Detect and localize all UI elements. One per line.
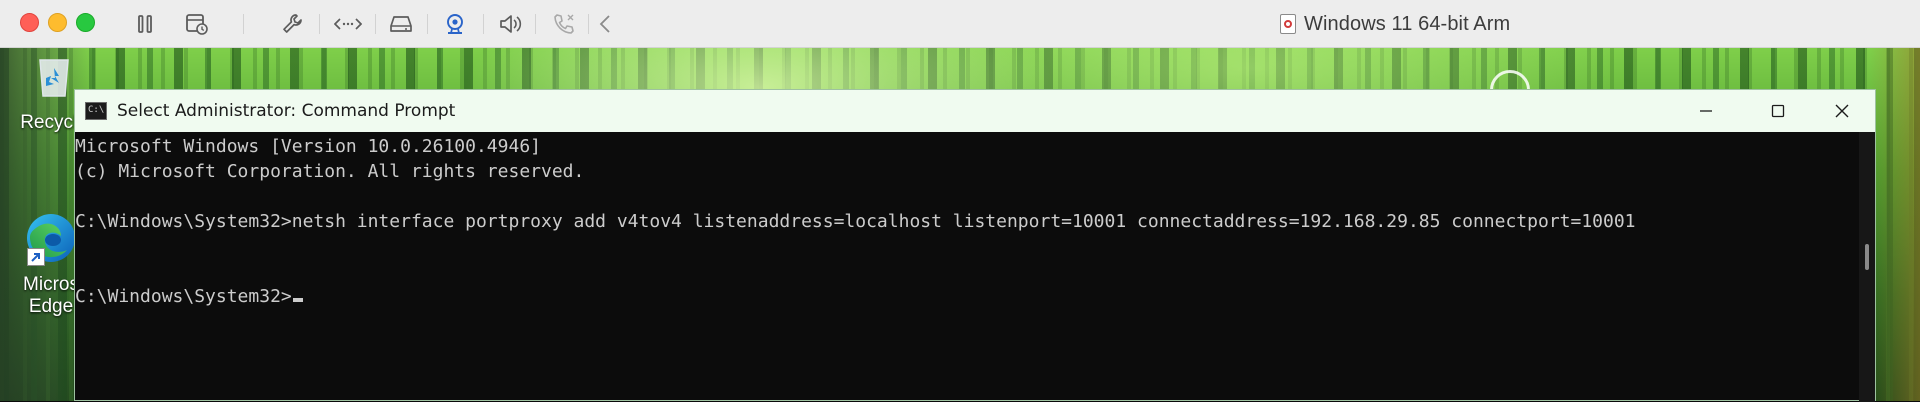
console-line: C:\Windows\System32>netsh interface port… [75, 211, 1636, 232]
minimize-window-button[interactable] [48, 13, 67, 32]
console-line: Microsoft Windows [Version 10.0.26100.49… [75, 136, 541, 157]
hard-drive-icon[interactable] [388, 8, 414, 40]
vm-title-text: Windows 11 64-bit Arm [1304, 12, 1511, 35]
settings-wrench-icon[interactable] [280, 8, 306, 40]
phone-icon[interactable] [551, 8, 577, 40]
command-prompt-window[interactable]: C:\ Select Administrator: Command Prompt… [74, 89, 1876, 402]
back-chevron-icon[interactable] [597, 8, 613, 40]
text-cursor [292, 298, 303, 302]
close-window-button[interactable] [20, 13, 39, 32]
camera-icon[interactable] [442, 8, 468, 40]
console-line: (c) Microsoft Corporation. All rights re… [75, 161, 585, 182]
snapshot-icon[interactable] [184, 8, 210, 40]
recycle-bin-icon [32, 54, 76, 98]
cmd-console-output[interactable]: Microsoft Windows [Version 10.0.26100.49… [75, 132, 1859, 402]
cmd-titlebar[interactable]: C:\ Select Administrator: Command Prompt [75, 90, 1875, 132]
close-icon [1835, 104, 1849, 118]
cmd-window-title: Select Administrator: Command Prompt [117, 101, 456, 121]
fullscreen-window-button[interactable] [76, 13, 95, 32]
pause-icon[interactable] [134, 8, 156, 40]
cmd-scrollbar-thumb[interactable] [1865, 244, 1869, 270]
code-arrows-icon[interactable] [333, 8, 363, 40]
cmd-app-icon-text: C:\ [88, 105, 105, 115]
maximize-icon [1771, 104, 1785, 118]
minimize-button[interactable] [1671, 90, 1741, 132]
speaker-icon[interactable] [497, 8, 523, 40]
maximize-button[interactable] [1743, 90, 1813, 132]
cmd-scrollbar[interactable] [1859, 132, 1875, 402]
vm-toolbar: Windows 11 64-bit Arm [0, 0, 1920, 48]
close-button[interactable] [1807, 90, 1877, 132]
minimize-icon [1700, 110, 1712, 112]
vm-document-icon [1280, 14, 1296, 34]
console-prompt-line[interactable]: C:\Windows\System32> [75, 284, 1859, 309]
shortcut-arrow-icon [27, 248, 45, 266]
cmd-app-icon[interactable]: C:\ [85, 102, 107, 120]
console-prompt: C:\Windows\System32> [75, 286, 292, 307]
edge-browser-icon [23, 210, 79, 266]
vm-window-title: Windows 11 64-bit Arm [1280, 8, 1510, 40]
